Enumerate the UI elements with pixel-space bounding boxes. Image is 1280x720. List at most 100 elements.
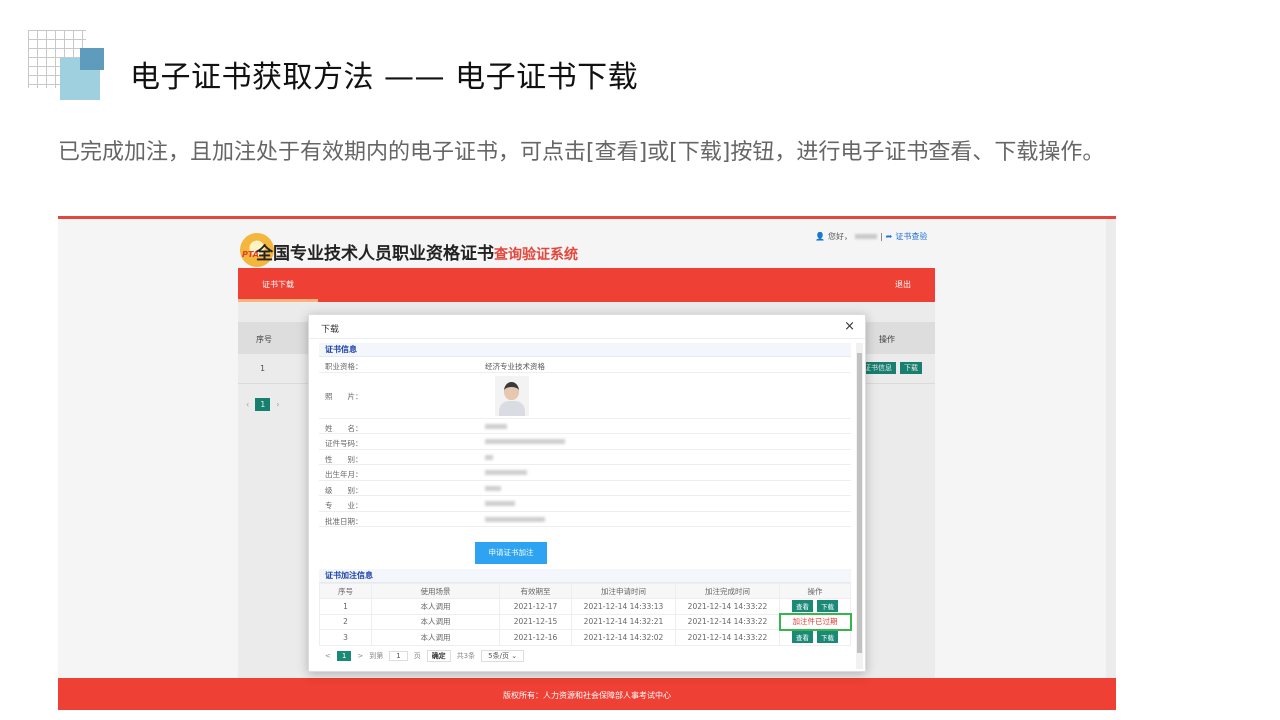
row-apply-time: 2021-12-14 14:33:13: [571, 598, 676, 615]
major-row: 专 业：: [319, 496, 851, 512]
annotation-section: 证书加注信息 序号 使用场景 有效期至 加注申请时间 加注完成时间 操作 1 本…: [319, 569, 852, 662]
name-row: 姓 名：: [319, 419, 851, 434]
id-row: 证件号码：: [319, 434, 851, 450]
user-area: 👤 您好， | ➦ 证书查验: [815, 231, 927, 242]
next-page-icon[interactable]: >: [357, 652, 363, 660]
apply-annotation-button[interactable]: 申请证书加注: [475, 542, 547, 564]
page-size-select[interactable]: 5条/页 ⌄: [481, 649, 525, 662]
page-input[interactable]: 1: [389, 650, 408, 661]
photo-body: [499, 400, 525, 416]
id-label: 证件号码：: [325, 439, 363, 448]
row-scene: 本人调用: [371, 598, 500, 615]
gender-row: 性 别：: [319, 450, 851, 465]
site-title: 全国专业技术人员职业资格证书查询验证系统: [256, 239, 578, 264]
col-apply-time: 加注申请时间: [571, 583, 676, 599]
share-arrow-icon: ➦: [885, 232, 893, 241]
col-scene: 使用场景: [371, 583, 500, 599]
prev-page-icon[interactable]: <: [325, 652, 331, 660]
view-button[interactable]: 查看: [792, 600, 813, 613]
embedded-screenshot: PTA 全国专业技术人员职业资格证书查询验证系统 👤 您好， | ➦ 证书查验 …: [58, 216, 1116, 710]
row-done-time: 2021-12-14 14:33:22: [675, 629, 780, 646]
view-button[interactable]: 查看: [792, 631, 813, 644]
table-row: 1 本人调用 2021-12-17 2021-12-14 14:33:13 20…: [319, 598, 851, 615]
id-photo: [495, 375, 529, 416]
col-done-time: 加注完成时间: [675, 583, 780, 599]
total-count: 共3条: [456, 651, 476, 660]
expired-status: 加注件已过期: [778, 613, 852, 631]
header-decoration: [28, 30, 108, 100]
dark-blue-square: [80, 48, 104, 70]
row-index: 1: [319, 598, 372, 615]
row-valid: 2021-12-16: [499, 629, 572, 646]
col-index: 序号: [319, 583, 372, 599]
modal-scrollbar[interactable]: [856, 343, 863, 669]
tab-cert-download[interactable]: 证书下载: [238, 268, 318, 302]
confirm-button[interactable]: 确定: [426, 649, 451, 662]
blurred-gender: [485, 454, 493, 460]
current-page[interactable]: 1: [336, 650, 352, 661]
blurred-id: [485, 439, 565, 444]
row-actions: 查看 下载: [779, 598, 851, 615]
level-row: 级 别：: [319, 481, 851, 496]
qualification-row: 职业资格： 经济专业技术资格: [319, 357, 851, 373]
pagination: < 1 > 到第 1 页 确定 共3条 5条/页 ⌄: [319, 649, 851, 662]
blurred-username: [854, 234, 877, 239]
verify-link[interactable]: 证书查验: [895, 231, 927, 242]
row-done-time: 2021-12-14 14:33:22: [675, 613, 780, 630]
blurred-name: [485, 423, 507, 429]
greeting-text: 您好，: [827, 232, 852, 241]
row-index: 2: [319, 613, 372, 630]
row-valid: 2021-12-17: [499, 598, 572, 615]
chevron-down-icon: ⌄: [511, 651, 518, 660]
scrollbar-thumb[interactable]: [857, 353, 862, 653]
qualification-label: 职业资格：: [325, 362, 363, 371]
site-title-red: 查询验证系统: [494, 247, 578, 263]
row-index: 3: [319, 629, 372, 646]
qualification-value: 经济专业技术资格: [485, 362, 545, 371]
page-unit: 页: [413, 651, 421, 660]
photo-face: [504, 381, 519, 400]
row-actions: 查看 下载: [779, 629, 851, 646]
col-action: 操作: [779, 583, 851, 599]
site-footer: 版权所有：人力资源和社会保障部人事考试中心: [58, 678, 1116, 710]
approve-label: 批准日期：: [325, 516, 363, 526]
slide-title: 电子证书获取方法 —— 电子证书下载: [130, 60, 639, 95]
modal-header: 下载 ×: [309, 315, 865, 339]
gender-label: 性 别：: [325, 454, 363, 464]
site-title-main: 全国专业技术人员职业资格证书: [256, 244, 494, 264]
annotation-section-title: 证书加注信息: [319, 569, 851, 583]
screenshot-right-edge: [1106, 219, 1116, 710]
row-scene: 本人调用: [371, 629, 500, 646]
major-label: 专 业：: [325, 501, 363, 510]
photo-label: 照 片：: [325, 391, 363, 401]
close-icon[interactable]: ×: [844, 319, 855, 334]
photo-row: 照 片：: [319, 373, 851, 419]
level-label: 级 别：: [325, 485, 363, 495]
user-icon: 👤: [815, 232, 825, 241]
row-scene: 本人调用: [371, 613, 500, 630]
row-valid: 2021-12-15: [499, 613, 572, 630]
row-apply-time: 2021-12-14 14:32:02: [571, 629, 676, 646]
goto-label: 到第: [369, 651, 384, 660]
divider: |: [879, 232, 883, 241]
download-modal: 下载 × 证书信息 职业资格： 经济专业技术资格 照 片： 姓 名： 证件号码：…: [308, 314, 866, 672]
table-row: 3 本人调用 2021-12-16 2021-12-14 14:32:02 20…: [319, 629, 851, 646]
cert-info-section-title: 证书信息: [319, 343, 851, 357]
blurred-level: [485, 485, 501, 491]
modal-body: 证书信息 职业资格： 经济专业技术资格 照 片： 姓 名： 证件号码： 性 别：…: [319, 343, 852, 669]
modal-title: 下载: [321, 325, 340, 335]
row-apply-time: 2021-12-14 14:32:21: [571, 613, 676, 630]
name-label: 姓 名：: [325, 423, 363, 433]
logout-link[interactable]: 退出: [895, 268, 911, 302]
birth-row: 出生年月：: [319, 465, 851, 481]
birth-label: 出生年月：: [325, 470, 363, 479]
annotation-table-header: 序号 使用场景 有效期至 加注申请时间 加注完成时间 操作: [319, 583, 851, 599]
nav-bar: 证书下载 退出: [238, 268, 935, 302]
row-done-time: 2021-12-14 14:33:22: [675, 598, 780, 615]
slide-description: 已完成加注，且加注处于有效期内的电子证书，可点击[查看]或[下载]按钮，进行电子…: [58, 140, 1105, 165]
table-row: 2 本人调用 2021-12-15 2021-12-14 14:32:21 20…: [319, 613, 852, 631]
approve-row: 批准日期：: [319, 512, 851, 527]
download-button[interactable]: 下载: [817, 600, 838, 613]
annotation-table: 序号 使用场景 有效期至 加注申请时间 加注完成时间 操作 1 本人调用 202: [319, 583, 852, 646]
download-button[interactable]: 下载: [817, 631, 838, 644]
